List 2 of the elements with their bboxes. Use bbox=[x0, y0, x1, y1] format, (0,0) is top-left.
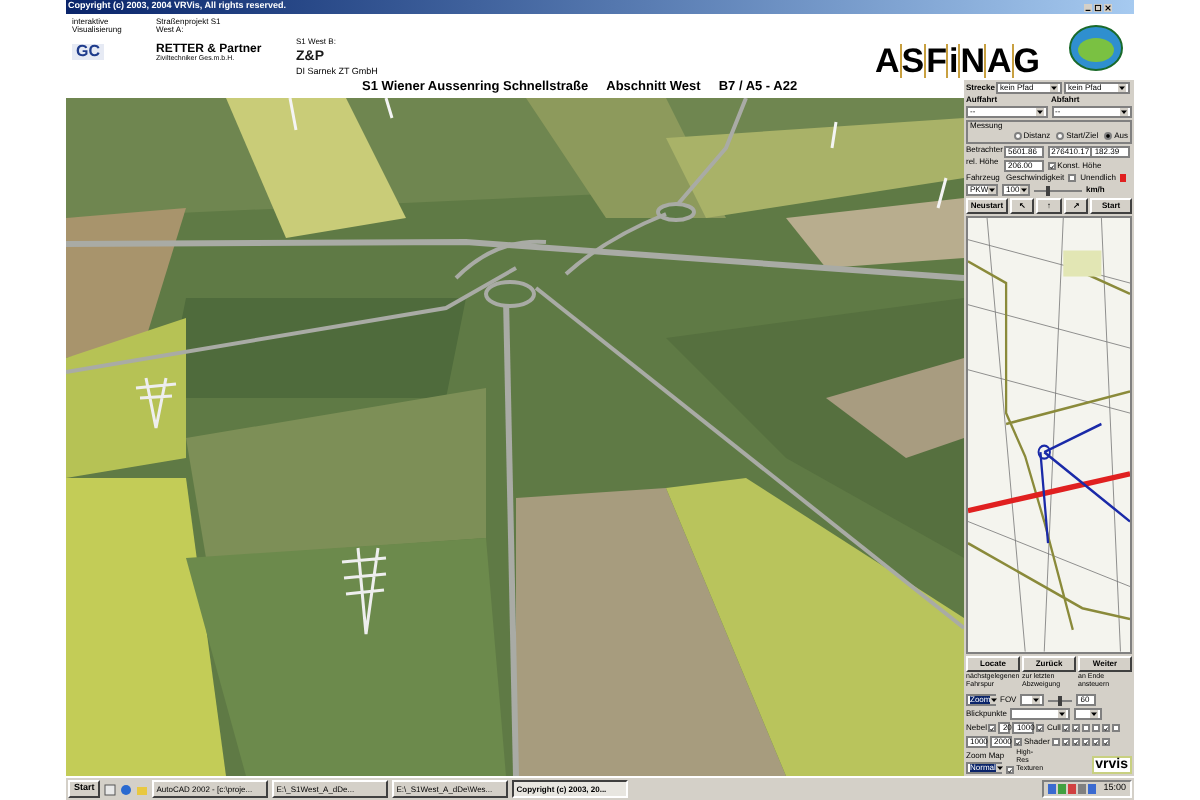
brand-logo: ASFiNAG bbox=[874, 44, 1040, 78]
logo: GC bbox=[72, 43, 104, 60]
